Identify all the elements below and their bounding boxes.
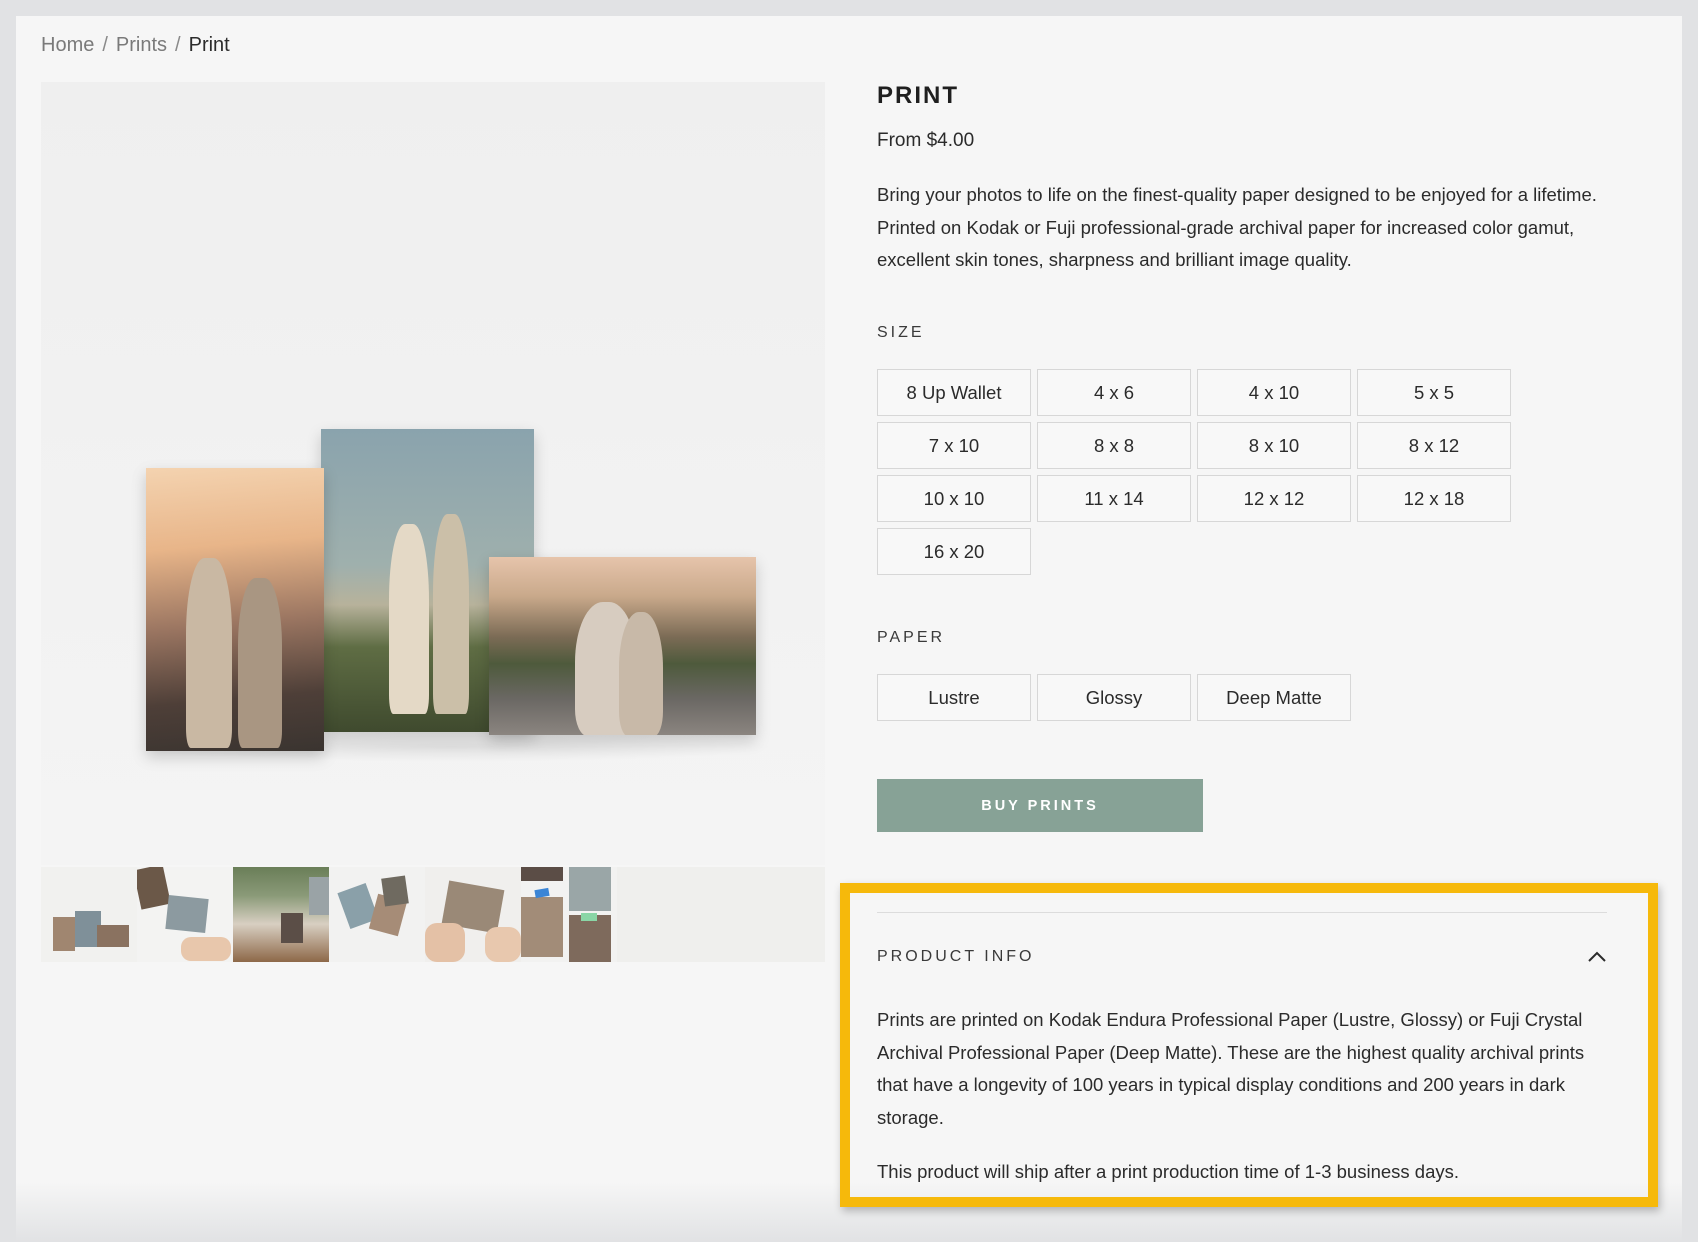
print-photo-couple-sunset <box>146 468 324 751</box>
size-label: SIZE <box>877 324 925 341</box>
product-hero-image[interactable] <box>41 82 825 865</box>
size-options: 8 Up Wallet 4 x 6 4 x 10 5 x 5 7 x 10 8 … <box>877 369 1511 575</box>
size-option-8-up-wallet[interactable]: 8 Up Wallet <box>877 369 1031 416</box>
product-info-content: Prints are printed on Kodak Endura Profe… <box>877 1004 1607 1211</box>
size-option-4x10[interactable]: 4 x 10 <box>1197 369 1351 416</box>
size-option-16x20[interactable]: 16 x 20 <box>877 528 1031 575</box>
thumbnail-1[interactable] <box>41 867 137 962</box>
product-page: Home / Prints / Print PRINT From $4.00 B… <box>16 16 1682 1242</box>
breadcrumb: Home / Prints / Print <box>41 34 230 57</box>
paper-option-glossy[interactable]: Glossy <box>1037 674 1191 721</box>
buy-prints-button[interactable]: BUY PRINTS <box>877 779 1203 832</box>
size-option-4x6[interactable]: 4 x 6 <box>1037 369 1191 416</box>
product-info-paragraph: This product will ship after a print pro… <box>877 1161 1460 1182</box>
print-photo-couple-road <box>489 557 756 735</box>
product-price: From $4.00 <box>877 130 975 151</box>
paper-option-lustre[interactable]: Lustre <box>877 674 1031 721</box>
thumbnail-5[interactable] <box>425 867 521 962</box>
photo-figure <box>619 612 663 735</box>
photo-figure <box>238 578 282 748</box>
size-option-11x14[interactable]: 11 x 14 <box>1037 475 1191 522</box>
product-info-title: PRODUCT INFO <box>877 948 1035 965</box>
thumbnail-strip <box>41 867 825 962</box>
product-title: PRINT <box>877 82 959 109</box>
product-info-divider <box>877 912 1607 913</box>
product-info-toggle[interactable]: PRODUCT INFO <box>877 942 1607 972</box>
size-option-12x12[interactable]: 12 x 12 <box>1197 475 1351 522</box>
paper-option-deep-matte[interactable]: Deep Matte <box>1197 674 1351 721</box>
size-option-10x10[interactable]: 10 x 10 <box>877 475 1031 522</box>
breadcrumb-prints-link[interactable]: Prints <box>116 34 167 57</box>
size-option-8x12[interactable]: 8 x 12 <box>1357 422 1511 469</box>
thumbnail-3[interactable] <box>233 867 329 962</box>
photo-figure <box>186 558 232 748</box>
paper-label: PAPER <box>877 629 946 646</box>
size-option-5x5[interactable]: 5 x 5 <box>1357 369 1511 416</box>
chevron-up-icon[interactable] <box>1587 947 1607 967</box>
paper-options: Lustre Glossy Deep Matte <box>877 674 1351 721</box>
product-info-paragraph: Prints are printed on Kodak Endura Profe… <box>877 1009 1585 1128</box>
photo-figure <box>433 514 469 714</box>
breadcrumb-separator: / <box>175 34 181 56</box>
product-description: Bring your photos to life on the finest-… <box>877 184 1597 270</box>
breadcrumb-separator: / <box>102 34 108 56</box>
thumbnail-6[interactable] <box>521 867 617 962</box>
size-option-8x10[interactable]: 8 x 10 <box>1197 422 1351 469</box>
size-option-7x10[interactable]: 7 x 10 <box>877 422 1031 469</box>
size-option-12x18[interactable]: 12 x 18 <box>1357 475 1511 522</box>
thumbnail-2[interactable] <box>137 867 233 962</box>
breadcrumb-current: Print <box>188 34 230 56</box>
breadcrumb-home-link[interactable]: Home <box>41 34 94 57</box>
photo-figure <box>389 524 429 714</box>
thumbnail-4[interactable] <box>329 867 425 962</box>
size-option-8x8[interactable]: 8 x 8 <box>1037 422 1191 469</box>
